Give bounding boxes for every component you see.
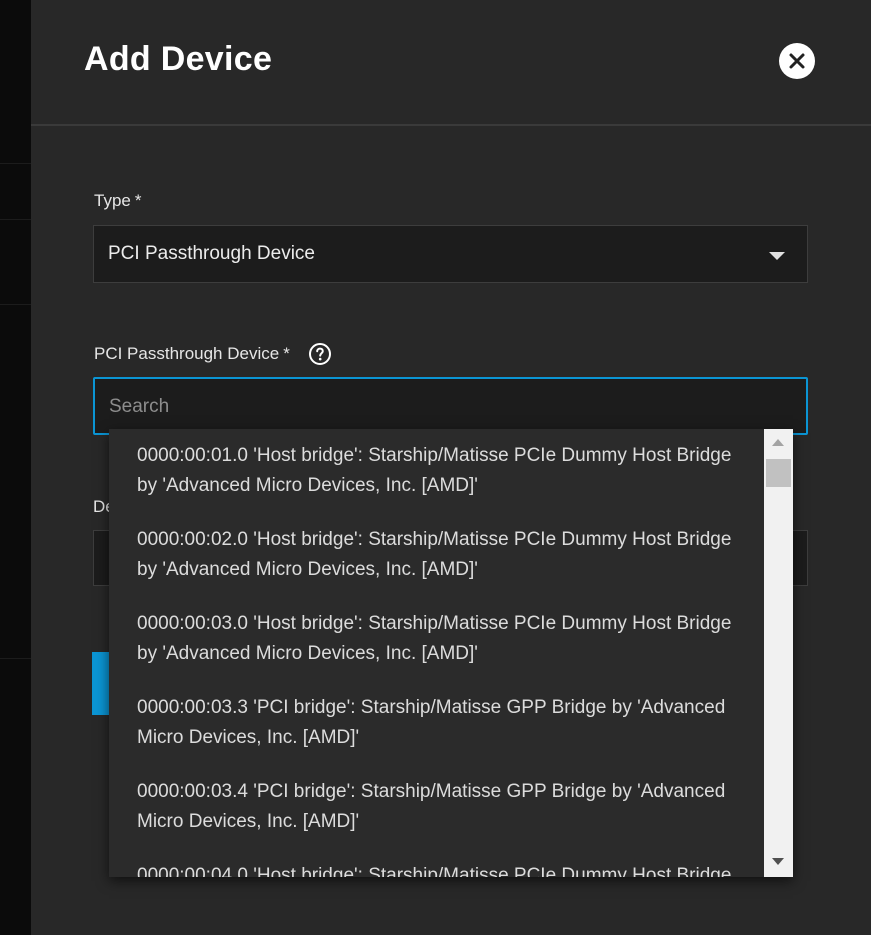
pci-device-search[interactable] [93,377,808,435]
option-label: 0000:00:03.4 'PCI bridge': Starship/Mati… [137,781,726,832]
background-divider [0,304,31,305]
option-label: 0000:00:04.0 'Host bridge': Starship/Mat… [137,865,732,877]
option-label: 0000:00:01.0 'Host bridge': Starship/Mat… [137,445,732,496]
panel-header: Add Device [31,0,871,126]
background-divider [0,658,31,659]
option-label: 0000:00:03.3 'PCI bridge': Starship/Mati… [137,697,726,748]
search-input[interactable] [107,393,791,421]
required-marker: * [283,344,290,363]
option-label: 0000:00:03.0 'Host bridge': Starship/Mat… [137,613,732,664]
help-icon[interactable] [308,342,332,366]
dropdown-option[interactable]: 0000:00:01.0 'Host bridge': Starship/Mat… [109,429,764,513]
pci-device-label: PCI Passthrough Device * [94,344,290,364]
type-label: Type * [94,191,141,211]
type-select[interactable]: PCI Passthrough Device [93,225,808,283]
dropdown-option[interactable]: 0000:00:03.4 'PCI bridge': Starship/Mati… [109,765,764,849]
background-divider [0,219,31,220]
scroll-down-icon[interactable] [772,858,784,865]
dropdown-option[interactable]: 0000:00:02.0 'Host bridge': Starship/Mat… [109,513,764,597]
background-divider [0,163,31,164]
close-icon [789,53,805,69]
pci-device-label-text: PCI Passthrough Device [94,344,280,363]
obscured-field-label: De [93,497,109,516]
scroll-up-icon[interactable] [772,439,784,446]
scrollbar-thumb[interactable] [766,459,791,487]
dropdown-option[interactable]: 0000:00:03.3 'PCI bridge': Starship/Mati… [109,681,764,765]
dropdown-option[interactable]: 0000:00:03.0 'Host bridge': Starship/Mat… [109,597,764,681]
dropdown-scrollbar[interactable] [764,429,793,877]
pci-device-dropdown: 0000:00:01.0 'Host bridge': Starship/Mat… [109,429,793,877]
chevron-down-icon [769,252,785,260]
close-button[interactable] [779,43,815,79]
background-overlay [0,0,31,935]
page-title: Add Device [84,40,273,78]
type-select-value: PCI Passthrough Device [108,243,315,264]
dropdown-option[interactable]: 0000:00:04.0 'Host bridge': Starship/Mat… [109,849,764,877]
options-list: 0000:00:01.0 'Host bridge': Starship/Mat… [109,429,764,877]
required-marker: * [134,191,142,210]
type-label-text: Type [94,191,131,210]
option-label: 0000:00:02.0 'Host bridge': Starship/Mat… [137,529,732,580]
